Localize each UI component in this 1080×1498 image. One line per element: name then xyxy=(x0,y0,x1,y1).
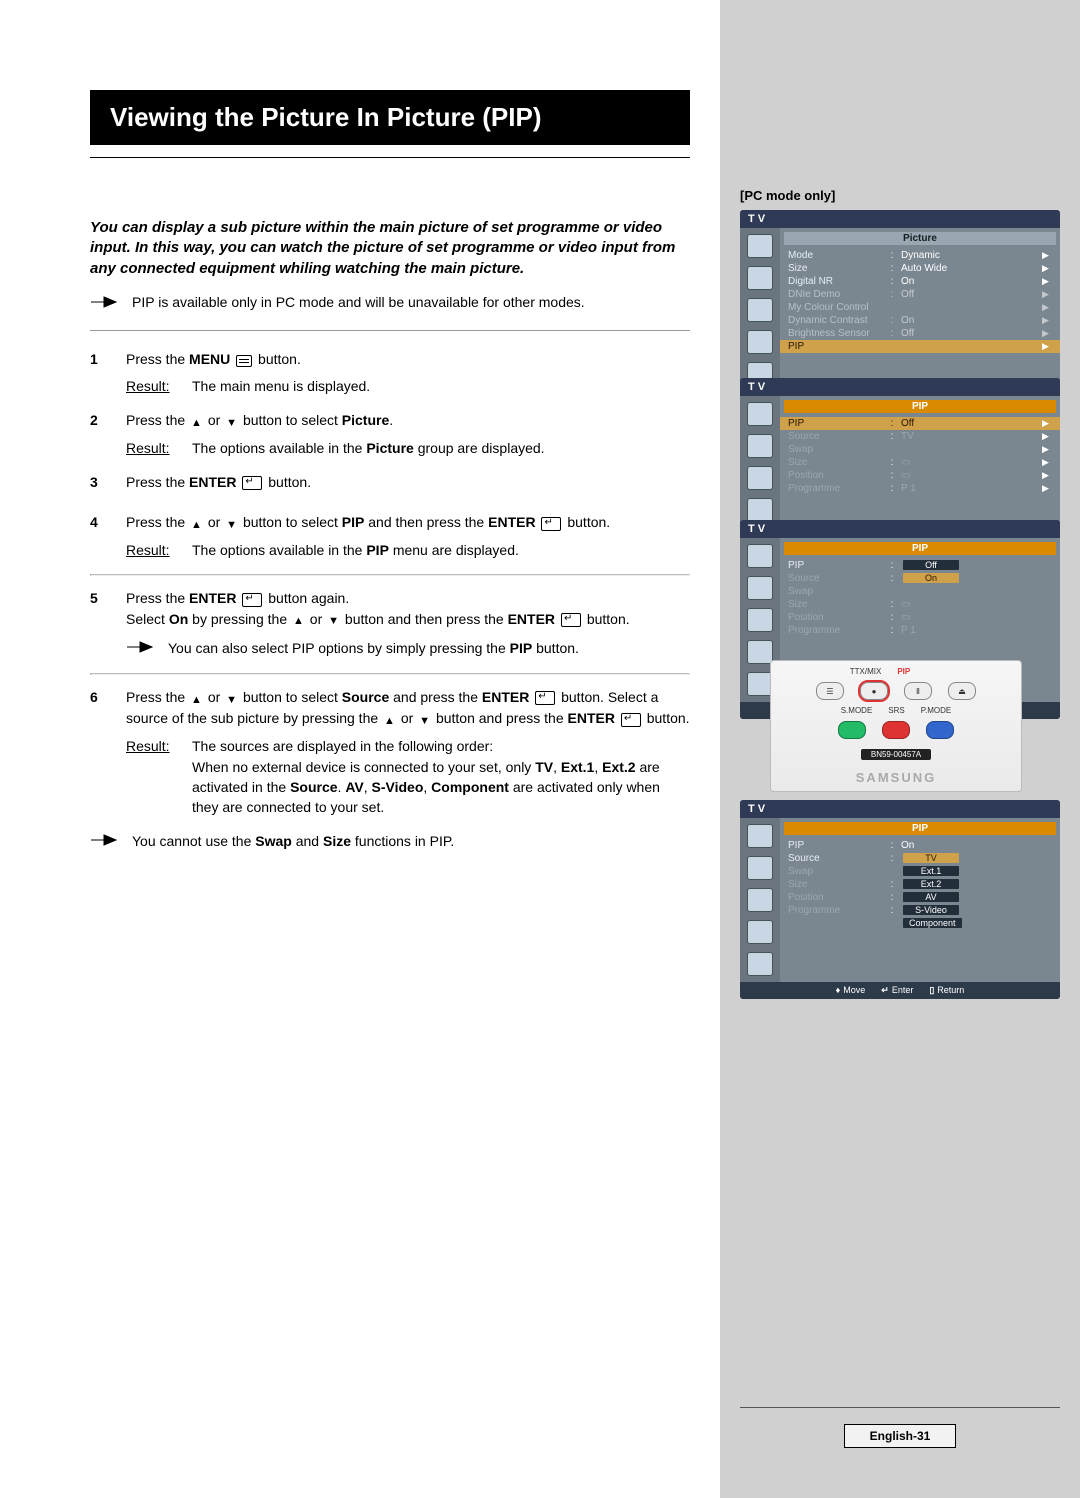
step-number: 5 xyxy=(90,588,108,658)
enter-button-icon xyxy=(621,713,641,727)
separator xyxy=(90,574,690,576)
menu-button-icon xyxy=(236,355,252,367)
enter-button-icon xyxy=(541,517,561,531)
channel-tab-icon xyxy=(747,298,773,322)
osd-side-icons xyxy=(740,228,780,392)
sound-tab-icon xyxy=(747,266,773,290)
step-number: 6 xyxy=(90,687,108,852)
remote-srs-button xyxy=(882,721,910,739)
enter-button-icon xyxy=(242,476,262,490)
intro-paragraph: You can display a sub picture within the… xyxy=(90,218,690,279)
remote-pip-button: ● xyxy=(860,682,888,700)
footer-rule xyxy=(740,1407,1060,1408)
osd-source-dropdown: T V PIP PIP:On Source:TV SwapExt.1 Size:… xyxy=(740,800,1060,999)
remote-blank-button: Ⅱ xyxy=(904,682,932,700)
step-3: 3 Press the ENTER button. xyxy=(90,472,690,498)
note-arrow-icon xyxy=(126,640,154,658)
picture-tab-icon xyxy=(747,234,773,258)
remote-smode-button xyxy=(838,721,866,739)
down-arrow-icon xyxy=(226,411,237,432)
setup-tab-icon xyxy=(747,330,773,354)
up-arrow-icon xyxy=(293,609,304,630)
result-label: Result: xyxy=(126,540,178,560)
top-note-text: PIP is available only in PC mode and wil… xyxy=(132,293,585,313)
down-arrow-icon xyxy=(226,688,237,709)
title-underline xyxy=(90,157,690,158)
step-5: 5 Press the ENTER button again. Select O… xyxy=(90,588,690,658)
up-arrow-icon xyxy=(191,688,202,709)
right-column: [PC mode only] T V Picture Mode:Dynamic▶… xyxy=(720,0,1080,1498)
top-note: PIP is available only in PC mode and wil… xyxy=(90,293,690,313)
step-number: 3 xyxy=(90,472,108,498)
remote-control-illustration: TTX/MIX PIP ☰ ● Ⅱ ⏏ S.MODE SRS P.MODE BN… xyxy=(770,660,1022,792)
remote-model-label: BN59-00457A xyxy=(861,749,931,760)
up-arrow-icon xyxy=(191,513,202,534)
step-4: 4 Press the or button to select PIP and … xyxy=(90,512,690,560)
pc-mode-only-label: [PC mode only] xyxy=(740,188,835,203)
step-number: 2 xyxy=(90,410,108,458)
result-label: Result: xyxy=(126,376,178,396)
step-1: 1 Press the MENU button. Result: The mai… xyxy=(90,349,690,396)
page-title: Viewing the Picture In Picture (PIP) xyxy=(110,102,670,133)
remote-ttx-button: ☰ xyxy=(816,682,844,700)
down-arrow-icon xyxy=(226,513,237,534)
remote-blank-button: ⏏ xyxy=(948,682,976,700)
separator xyxy=(90,673,690,675)
page-number: English-31 xyxy=(844,1424,956,1448)
enter-button-icon xyxy=(535,691,555,705)
page-title-bar: Viewing the Picture In Picture (PIP) xyxy=(90,90,690,145)
separator xyxy=(90,330,690,331)
up-arrow-icon xyxy=(384,709,395,730)
remote-pmode-button xyxy=(926,721,954,739)
up-arrow-icon xyxy=(191,411,202,432)
note-arrow-icon xyxy=(90,833,118,851)
result-label: Result: xyxy=(126,736,178,817)
result-label: Result: xyxy=(126,438,178,458)
enter-button-icon xyxy=(242,593,262,607)
step-6: 6 Press the or button to select Source a… xyxy=(90,687,690,852)
remote-brand-label: SAMSUNG xyxy=(856,770,936,785)
step-number: 4 xyxy=(90,512,108,560)
note-arrow-icon xyxy=(90,295,118,309)
step-2: 2 Press the or button to select Picture.… xyxy=(90,410,690,458)
enter-button-icon xyxy=(561,613,581,627)
manual-page: Viewing the Picture In Picture (PIP) You… xyxy=(0,0,1080,1498)
left-column: Viewing the Picture In Picture (PIP) You… xyxy=(90,90,690,866)
down-arrow-icon xyxy=(328,609,339,630)
step-number: 1 xyxy=(90,349,108,396)
down-arrow-icon xyxy=(419,709,430,730)
